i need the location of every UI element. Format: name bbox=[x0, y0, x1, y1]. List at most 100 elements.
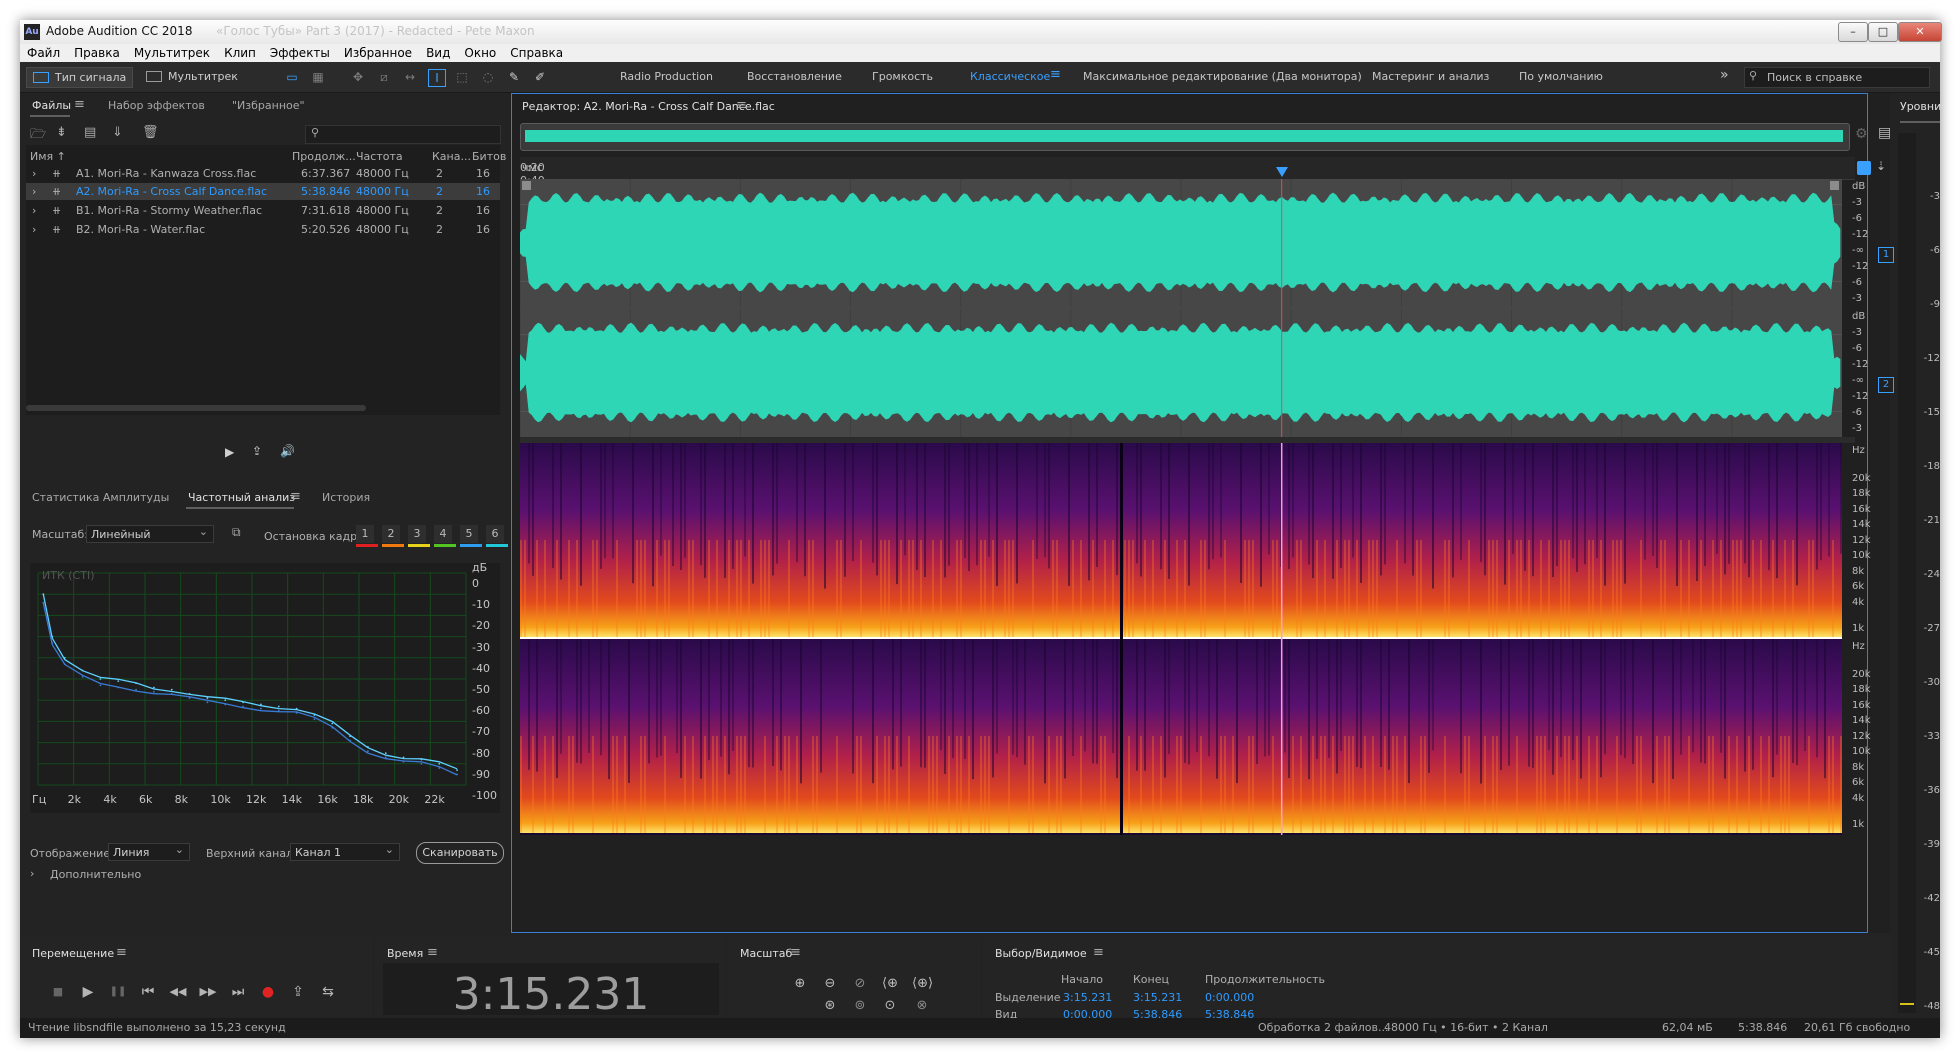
healing-brush-icon[interactable]: ✐ bbox=[532, 69, 548, 85]
workspace-restoration[interactable]: Восстановление bbox=[747, 70, 842, 83]
panel-menu-icon[interactable]: ≡ bbox=[736, 98, 747, 113]
panel-menu-icon[interactable]: ≡ bbox=[116, 945, 127, 960]
scale-dropdown[interactable]: Линейный bbox=[86, 523, 214, 543]
zoom-to-selection-icon[interactable]: ⚙ bbox=[1855, 126, 1868, 142]
tab-files[interactable]: Файлы bbox=[32, 99, 71, 112]
pause-button[interactable]: ❚❚ bbox=[108, 983, 128, 1001]
column-header-rate[interactable]: Частота bbox=[356, 150, 403, 163]
workspace-radio-production[interactable]: Radio Production bbox=[620, 70, 713, 83]
brush-tool-icon[interactable]: ✎ bbox=[506, 69, 522, 85]
preview-play-icon[interactable]: ▶ bbox=[225, 445, 234, 459]
waveform-overview[interactable] bbox=[520, 123, 1850, 151]
expand-arrow-icon[interactable]: › bbox=[32, 167, 36, 180]
tab-history[interactable]: История bbox=[322, 491, 370, 504]
time-selection-tool-icon[interactable]: I bbox=[428, 69, 446, 87]
fade-in-handle[interactable] bbox=[522, 181, 531, 190]
selection-start[interactable]: 3:15.231 bbox=[1063, 991, 1112, 1004]
import-file-icon[interactable]: ⇟ bbox=[56, 125, 67, 140]
column-header-bits[interactable]: Битов bbox=[472, 150, 506, 163]
zoom-right-edge-icon[interactable]: ⊙ bbox=[880, 997, 900, 1015]
marker-pin-icon[interactable]: ⇣ bbox=[1876, 159, 1886, 173]
lasso-tool-icon[interactable]: ◌ bbox=[480, 69, 496, 85]
menu-help[interactable]: Справка bbox=[503, 44, 570, 62]
spectral-view-icon[interactable]: ▭ bbox=[284, 69, 300, 85]
workspace-default[interactable]: По умолчанию bbox=[1519, 70, 1603, 83]
tab-effects-rack[interactable]: Набор эффектов bbox=[108, 99, 205, 112]
zoom-out-amplitude-icon[interactable]: ⊖ bbox=[820, 975, 840, 993]
go-to-start-button[interactable]: ⏮ bbox=[138, 983, 158, 1001]
workspace-mastering[interactable]: Мастеринг и анализ bbox=[1372, 70, 1489, 83]
record-button[interactable]: ● bbox=[258, 983, 278, 1001]
maximize-button[interactable]: □ bbox=[1868, 22, 1898, 42]
panel-menu-icon[interactable]: ≡ bbox=[74, 97, 85, 112]
expand-arrow-icon[interactable]: › bbox=[32, 185, 36, 198]
workspace-menu-icon[interactable]: ≡ bbox=[1050, 67, 1061, 82]
close-button[interactable]: ✕ bbox=[1898, 22, 1942, 42]
menu-favorites[interactable]: Избранное bbox=[337, 44, 419, 62]
go-to-end-button[interactable]: ⏭ bbox=[228, 983, 248, 1001]
freeze-frame-3[interactable]: 3 bbox=[408, 525, 426, 543]
razor-tool-icon[interactable]: ⧄ bbox=[376, 69, 392, 85]
freeze-frame-1[interactable]: 1 bbox=[356, 525, 374, 543]
zoom-in-time-icon[interactable]: ⊘ bbox=[850, 975, 870, 993]
freeze-frame-6[interactable]: 6 bbox=[486, 525, 504, 543]
delete-file-icon[interactable]: 🗑 bbox=[142, 125, 159, 140]
waveform-mode-button[interactable]: Тип сигнала bbox=[26, 67, 134, 88]
spectral-pitch-icon[interactable]: ▦ bbox=[310, 69, 326, 85]
tab-favorites[interactable]: "Избранное" bbox=[232, 99, 305, 112]
channel-2-toggle[interactable]: 2 bbox=[1878, 377, 1894, 393]
horizontal-scrollbar[interactable] bbox=[26, 405, 366, 411]
scan-button[interactable]: Сканировать bbox=[416, 842, 504, 864]
freeze-frame-5[interactable]: 5 bbox=[460, 525, 478, 543]
slip-tool-icon[interactable]: ↔ bbox=[402, 69, 418, 85]
display-dropdown[interactable]: Линия bbox=[108, 841, 190, 861]
open-file-icon[interactable]: 🗁 bbox=[30, 125, 46, 147]
overview-options-icon[interactable]: ▤ bbox=[1878, 125, 1891, 141]
table-row[interactable]: › ⧺ A1. Mori-Ra - Kanwaza Cross.flac 6:3… bbox=[26, 165, 500, 182]
freeze-frame-4[interactable]: 4 bbox=[434, 525, 452, 543]
snap-icon[interactable] bbox=[1857, 161, 1871, 175]
zoom-out-full-icon[interactable]: ⟨⊕⟩ bbox=[912, 975, 933, 993]
panel-menu-icon[interactable]: ≡ bbox=[427, 945, 438, 960]
expand-arrow-icon[interactable]: › bbox=[32, 223, 36, 236]
panel-menu-icon[interactable]: ≡ bbox=[1093, 945, 1104, 960]
more-options-toggle[interactable]: Дополнительно bbox=[50, 868, 141, 881]
new-file-icon[interactable]: ▤ bbox=[84, 125, 96, 140]
selection-duration[interactable]: 0:00.000 bbox=[1205, 991, 1254, 1004]
zoom-reset-icon[interactable]: ⊗ bbox=[912, 997, 932, 1015]
time-display[interactable]: 3:15.231 bbox=[383, 963, 719, 1020]
panel-menu-icon[interactable]: ≡ bbox=[290, 489, 301, 504]
zoom-left-edge-icon[interactable]: ⊚ bbox=[850, 997, 870, 1015]
playhead-handle[interactable] bbox=[1275, 167, 1288, 177]
menu-view[interactable]: Вид bbox=[419, 44, 457, 62]
zoom-out-time-icon[interactable]: ⟨⊕ bbox=[880, 975, 900, 993]
column-header-name[interactable]: Имя ↑ bbox=[30, 150, 66, 163]
menu-file[interactable]: Файл bbox=[20, 44, 67, 62]
freeze-frame-2[interactable]: 2 bbox=[382, 525, 400, 543]
spectral-display[interactable] bbox=[520, 443, 1842, 835]
waveform-display[interactable] bbox=[520, 179, 1842, 437]
column-header-duration[interactable]: Продолж... bbox=[292, 150, 356, 163]
workspace-loudness[interactable]: Громкость bbox=[872, 70, 933, 83]
table-row[interactable]: › ⧺ B1. Mori-Ra - Stormy Weather.flac 7:… bbox=[26, 202, 500, 219]
stop-button[interactable]: ■ bbox=[48, 983, 68, 1001]
help-search-input[interactable]: ⚲ Поиск в справке bbox=[1744, 67, 1930, 88]
workspace-classic[interactable]: Классическое bbox=[970, 70, 1050, 83]
column-header-channels[interactable]: Кана... bbox=[432, 150, 471, 163]
tab-frequency-analysis[interactable]: Частотный анализ bbox=[188, 491, 295, 504]
more-arrow-icon[interactable]: › bbox=[30, 867, 34, 880]
selection-end[interactable]: 3:15.231 bbox=[1133, 991, 1182, 1004]
marquee-tool-icon[interactable]: ⬚ bbox=[454, 69, 470, 85]
workspace-dual-monitor[interactable]: Максимальное редактирование (Два монитор… bbox=[1083, 70, 1362, 83]
multitrack-mode-button[interactable]: Мультитрек bbox=[140, 67, 244, 86]
play-button[interactable]: ▶ bbox=[78, 983, 98, 1001]
rewind-button[interactable]: ◀◀ bbox=[168, 983, 188, 1001]
preview-autoplay-icon[interactable]: 🔊 bbox=[280, 444, 295, 458]
preview-loop-icon[interactable]: ⇪ bbox=[252, 444, 262, 458]
menu-clip[interactable]: Клип bbox=[217, 44, 263, 62]
fade-out-handle[interactable] bbox=[1830, 181, 1839, 190]
loop-playback-button[interactable]: ⇪ bbox=[288, 983, 308, 1001]
minimize-button[interactable]: – bbox=[1838, 22, 1868, 42]
menu-window[interactable]: Окно bbox=[457, 44, 503, 62]
panel-menu-icon[interactable]: ≡ bbox=[790, 945, 801, 960]
